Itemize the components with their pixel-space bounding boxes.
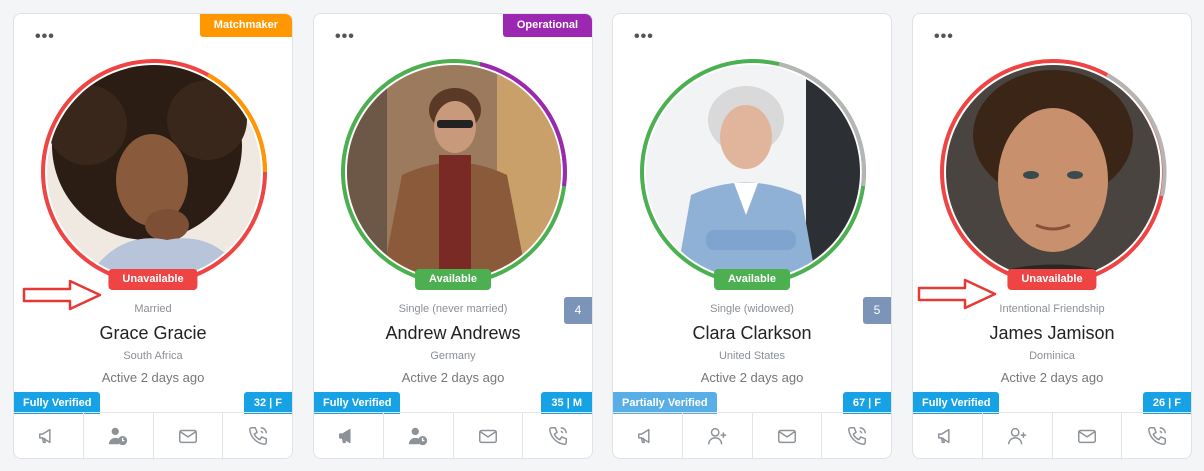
profile-photo [946, 65, 1160, 279]
more-options-icon[interactable]: ••• [634, 29, 654, 45]
call-button[interactable] [822, 413, 891, 458]
avatar[interactable] [340, 58, 568, 286]
card-actions [314, 412, 592, 458]
add-user-button[interactable] [683, 413, 753, 458]
call-button[interactable] [523, 413, 592, 458]
profile-photo [347, 65, 561, 279]
message-button[interactable] [154, 413, 224, 458]
relationship-status: Single (never married) [398, 303, 508, 315]
profile-card-james: ••• Unavailable Intentional Friendship J… [912, 13, 1192, 459]
profile-card-andrew: Operational ••• Available Single (never … [313, 13, 593, 459]
annotation-arrow-left [22, 279, 102, 311]
profile-card-clara: ••• Available Single (widowed) 5 Clara C… [612, 13, 892, 459]
more-options-icon[interactable]: ••• [335, 29, 355, 45]
last-active: Active 2 days ago [700, 370, 804, 385]
profile-country: South Africa [123, 350, 183, 362]
profile-card-grace: Matchmaker ••• Unavailable Married Grace… [13, 13, 293, 459]
verification-badge: Fully Verified [314, 392, 401, 414]
megaphone-icon [638, 428, 650, 443]
count-badge: 5 [863, 297, 891, 324]
megaphone-icon [339, 428, 351, 443]
availability-badge: Unavailable [108, 269, 198, 290]
more-options-icon[interactable]: ••• [934, 29, 954, 45]
card-actions [913, 412, 1191, 458]
avatar[interactable] [40, 58, 268, 286]
count-badge: 4 [564, 297, 592, 324]
verification-badge: Fully Verified [14, 392, 101, 414]
profile-name[interactable]: Clara Clarkson [613, 323, 891, 344]
envelope-icon [777, 429, 796, 443]
message-button[interactable] [753, 413, 823, 458]
envelope-icon [478, 429, 497, 443]
profile-country: United States [718, 350, 786, 362]
schedule-button[interactable] [384, 413, 454, 458]
profile-name[interactable]: Andrew Andrews [314, 323, 592, 344]
annotation-arrow-right [917, 278, 997, 310]
announce-button[interactable] [14, 413, 84, 458]
card-actions [14, 412, 292, 458]
role-ribbon: Operational [502, 14, 592, 37]
profile-name[interactable]: Grace Gracie [14, 323, 292, 344]
megaphone-icon [39, 428, 51, 443]
profile-country: Dominica [1029, 350, 1075, 362]
message-button[interactable] [454, 413, 524, 458]
user-plus-icon [1008, 427, 1027, 444]
availability-badge: Unavailable [1007, 269, 1097, 290]
card-actions [613, 412, 891, 458]
phone-call-icon [248, 426, 267, 445]
envelope-icon [1077, 429, 1096, 443]
age-gender-badge: 26 | F [1142, 392, 1191, 414]
profile-photo [646, 65, 860, 279]
announce-button[interactable] [913, 413, 983, 458]
role-ribbon: Matchmaker [199, 14, 292, 37]
add-user-button[interactable] [983, 413, 1053, 458]
user-plus-icon [708, 427, 727, 444]
age-gender-badge: 32 | F [243, 392, 292, 414]
envelope-icon [178, 429, 197, 443]
age-gender-badge: 35 | M [541, 392, 592, 414]
phone-call-icon [548, 426, 567, 445]
phone-call-icon [847, 426, 866, 445]
avatar[interactable] [639, 58, 867, 286]
profile-country: Germany [430, 350, 476, 362]
message-button[interactable] [1053, 413, 1123, 458]
megaphone-icon [938, 428, 950, 443]
verification-badge: Partially Verified [613, 392, 717, 414]
availability-badge: Available [415, 269, 491, 290]
announce-button[interactable] [613, 413, 683, 458]
user-clock-icon [408, 427, 428, 445]
announce-button[interactable] [314, 413, 384, 458]
relationship-status: Single (widowed) [710, 303, 794, 315]
verification-badge: Fully Verified [913, 392, 1000, 414]
last-active: Active 2 days ago [1000, 370, 1104, 385]
last-active: Active 2 days ago [401, 370, 505, 385]
profile-name[interactable]: James Jamison [913, 323, 1191, 344]
call-button[interactable] [223, 413, 292, 458]
profile-photo [47, 65, 261, 279]
phone-call-icon [1147, 426, 1166, 445]
last-active: Active 2 days ago [101, 370, 205, 385]
user-clock-icon [108, 427, 128, 445]
age-gender-badge: 67 | F [842, 392, 891, 414]
availability-badge: Available [714, 269, 790, 290]
avatar[interactable] [939, 58, 1167, 286]
schedule-button[interactable] [84, 413, 154, 458]
more-options-icon[interactable]: ••• [35, 29, 55, 45]
call-button[interactable] [1122, 413, 1191, 458]
